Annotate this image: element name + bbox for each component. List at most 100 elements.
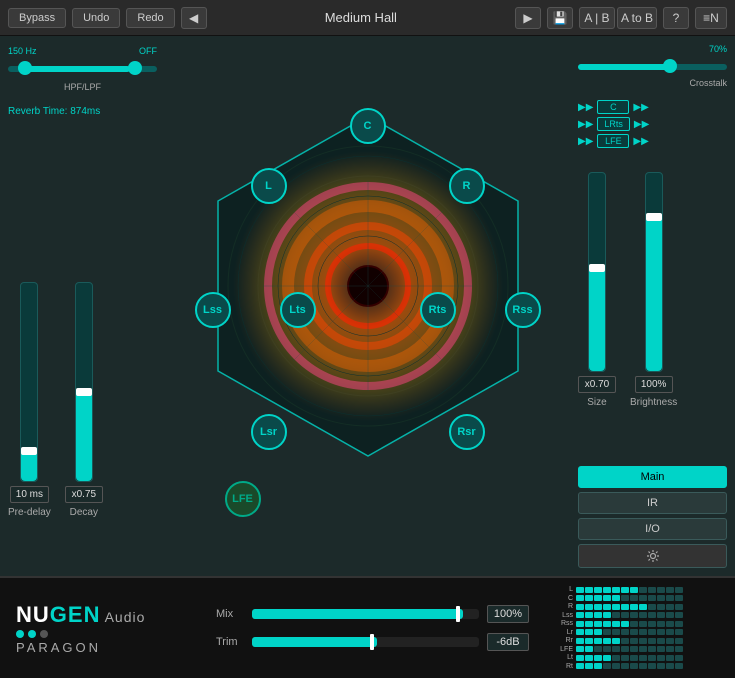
channel-rts-button[interactable]: Rts (420, 292, 456, 328)
route-arrow-1: ▶▶ (578, 102, 593, 113)
mix-trim-section: Mix 100% Trim -6dB (200, 578, 545, 678)
size-value[interactable]: x0.70 (578, 376, 616, 393)
channel-lfe-button[interactable]: LFE (225, 481, 261, 517)
predelay-slider-track[interactable] (20, 282, 38, 482)
channel-c-button[interactable]: C (350, 108, 386, 144)
center-section: C L R Lts Rts Lss Rss Lsr Rsr LFE (165, 36, 570, 576)
preset-name: Medium Hall (213, 10, 509, 25)
vu-bars-l (576, 587, 729, 593)
settings-nav-button[interactable] (578, 544, 727, 568)
right-panel: 70% Crosstalk ▶▶ C ▶▶ ▶▶ LRts ▶▶ ▶▶ LF (570, 36, 735, 576)
predelay-label: Pre-delay (8, 507, 51, 518)
next-preset-button[interactable]: ▶ (515, 7, 541, 29)
channel-l-button[interactable]: L (251, 168, 287, 204)
save-preset-button[interactable]: 💾 (547, 7, 573, 29)
decay-value[interactable]: x0.75 (65, 486, 103, 503)
predelay-handle[interactable] (21, 447, 37, 455)
undo-button[interactable]: Undo (72, 8, 120, 28)
brand-gen: GEN (50, 602, 101, 627)
predelay-fill (21, 451, 37, 481)
mix-row: Mix 100% (216, 605, 529, 623)
vu-label-rss: Rss (551, 620, 573, 627)
size-handle[interactable] (589, 264, 605, 272)
trim-bar-track[interactable] (252, 637, 479, 647)
reverb-time: Reverb Time: 874ms (8, 106, 157, 117)
crosstalk-bar[interactable] (578, 54, 727, 78)
prev-preset-button[interactable]: ◀ (181, 7, 207, 29)
vu-label-lss: Lss (551, 612, 573, 619)
size-slider-track[interactable] (588, 172, 606, 372)
predelay-slider-container: 10 ms Pre-delay (8, 282, 51, 518)
channel-rsr-button[interactable]: Rsr (449, 414, 485, 450)
brightness-slider-track[interactable] (645, 172, 663, 372)
right-nav: Main IR I/O (578, 466, 727, 568)
brightness-handle[interactable] (646, 213, 662, 221)
brand-dot-1 (16, 630, 24, 638)
hex-container: C L R Lts Rts Lss Rss Lsr Rsr LFE (183, 96, 553, 516)
bottom-panel: NUGEN Audio PARAGON Mix 100% Trim -6dB (0, 576, 735, 678)
brand-paragon: PARAGON (16, 640, 184, 655)
vu-label-lfe: LFE (551, 646, 573, 653)
crosstalk-handle[interactable] (663, 59, 677, 73)
vu-bars-lt (576, 655, 729, 661)
crosstalk-section: 70% Crosstalk (578, 44, 727, 88)
redo-button[interactable]: Redo (126, 8, 174, 28)
crosstalk-value: 70% (578, 44, 727, 54)
io-nav-button[interactable]: I/O (578, 518, 727, 540)
main-content: 150 Hz OFF HPF/LPF Reverb Time: 874ms 10 (0, 36, 735, 576)
channel-lts-button[interactable]: Lts (280, 292, 316, 328)
channel-lsr-button[interactable]: Lsr (251, 414, 287, 450)
mix-value[interactable]: 100% (487, 605, 529, 623)
channel-rss-button[interactable]: Rss (505, 292, 541, 328)
vu-bars-rr (576, 638, 729, 644)
predelay-value[interactable]: 10 ms (10, 486, 49, 503)
trim-label: Trim (216, 636, 244, 648)
vu-row-lss: Lss (551, 612, 729, 620)
left-panel: 150 Hz OFF HPF/LPF Reverb Time: 874ms 10 (0, 36, 165, 576)
ir-nav-button[interactable]: IR (578, 492, 727, 514)
top-bar: Bypass Undo Redo ◀ Medium Hall ▶ 💾 A | B… (0, 0, 735, 36)
filter-active-range (20, 66, 130, 72)
vu-label-lt: Lt (551, 654, 573, 661)
brand-dot-3 (40, 630, 48, 638)
route-btn-lfe[interactable]: LFE (597, 134, 629, 148)
route-btn-c[interactable]: C (597, 100, 629, 114)
brand-section: NUGEN Audio PARAGON (0, 578, 200, 678)
trim-value[interactable]: -6dB (487, 633, 529, 651)
brand-nugen: NUGEN Audio (16, 602, 184, 628)
a-to-b-button[interactable]: A to B (617, 7, 657, 29)
route-arrow-1b: ▶▶ (633, 102, 648, 113)
bypass-button[interactable]: Bypass (8, 8, 66, 28)
vu-label-l: L (551, 586, 573, 593)
brightness-label: Brightness (630, 397, 677, 408)
routing-row-lrts: ▶▶ LRts ▶▶ (578, 117, 727, 131)
filter-bar[interactable] (8, 56, 157, 80)
vu-label-r: R (551, 603, 573, 610)
route-arrow-3: ▶▶ (578, 136, 593, 147)
channel-lss-button[interactable]: Lss (195, 292, 231, 328)
route-arrow-2: ▶▶ (578, 119, 593, 130)
main-nav-button[interactable]: Main (578, 466, 727, 488)
trim-bar-handle[interactable] (370, 634, 374, 650)
decay-handle[interactable] (76, 388, 92, 396)
route-btn-lrts[interactable]: LRts (597, 117, 630, 131)
lpf-handle[interactable] (128, 61, 142, 75)
routing-row-lfe: ▶▶ LFE ▶▶ (578, 134, 727, 148)
mix-bar-track[interactable] (252, 609, 479, 619)
help-button[interactable]: ? (663, 7, 689, 29)
size-slider-container: x0.70 Size (578, 172, 616, 408)
hpf-handle[interactable] (18, 61, 32, 75)
decay-slider-track[interactable] (75, 282, 93, 482)
mix-bar-handle[interactable] (456, 606, 460, 622)
vu-row-l: L (551, 586, 729, 594)
vu-row-lr: Lr (551, 629, 729, 637)
channel-r-button[interactable]: R (449, 168, 485, 204)
ab-toggle-button[interactable]: A | B (579, 7, 615, 29)
vu-row-lfe: LFE (551, 646, 729, 654)
brightness-value[interactable]: 100% (635, 376, 673, 393)
brightness-fill (646, 217, 662, 371)
brand-dot-2 (28, 630, 36, 638)
vu-row-r: R (551, 603, 729, 611)
vu-bars-lfe (576, 646, 729, 652)
menu-button[interactable]: ≡N (695, 7, 727, 29)
